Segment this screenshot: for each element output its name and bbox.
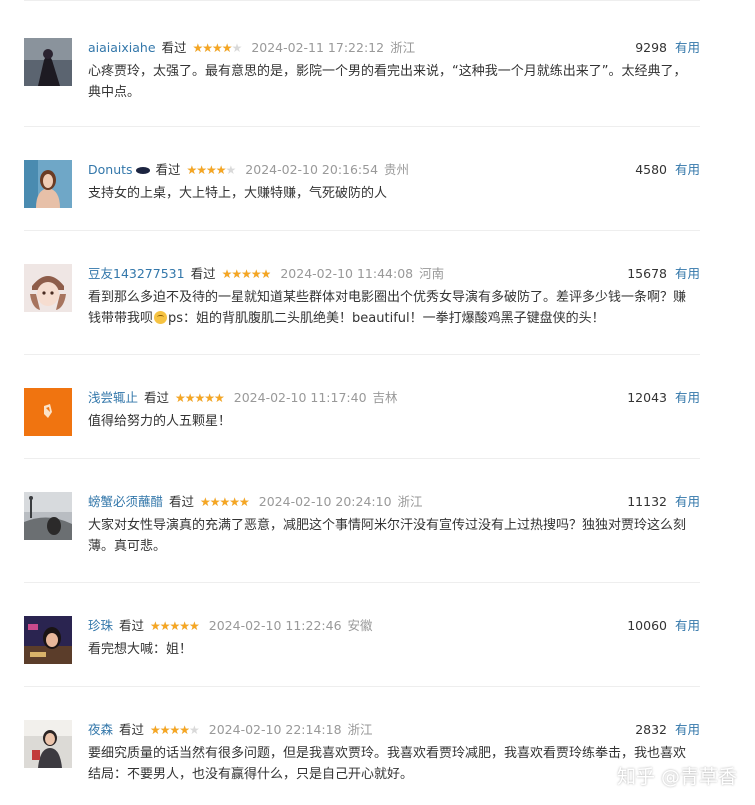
username-link[interactable]: 螃蟹必须蘸醋 <box>88 494 163 509</box>
rating-stars: ★★★★★★★★★★ <box>200 495 250 509</box>
avatar[interactable] <box>24 38 72 86</box>
comment-location: 吉林 <box>372 390 398 405</box>
comment-meta: 螃蟹必须蘸醋 看过 ★★★★★ ★★★★★ 2024-02-10 20:24:10… <box>88 492 700 512</box>
useful-button[interactable]: 有用 <box>675 266 700 281</box>
divider <box>24 686 700 687</box>
comment-text: 心疼贾玲，太强了。最有意思的是，影院一个男的看完出来说，“这种我一个月就练出来了… <box>88 64 687 100</box>
watched-label: 看过 <box>155 162 181 177</box>
rating-stars: ★★★★★★★★★★ <box>192 41 243 55</box>
divider <box>24 126 700 127</box>
comment-location: 浙江 <box>397 494 423 509</box>
comment-text: 要细究质量的话当然有很多问题，但是我喜欢贾玲。我喜欢看贾玲减肥，我喜欢看贾玲练拳… <box>88 746 687 782</box>
rating-stars: ★★★★★★★★★★ <box>150 723 200 737</box>
vote-count: 11132 <box>627 494 667 509</box>
avatar[interactable] <box>24 492 72 540</box>
embarrassed-emoji-icon <box>154 311 168 324</box>
comment-location: 浙江 <box>347 722 373 737</box>
comment-time: 2024-02-10 20:24:10 <box>258 494 392 509</box>
useful-button[interactable]: 有用 <box>675 40 700 55</box>
zhihu-watermark: 知乎 @青草香 <box>616 766 737 788</box>
avatar[interactable] <box>24 616 72 664</box>
comment-meta: 夜森 看过 ★★★★★★★★★★ 2024-02-10 22:14:18 浙江 <box>88 720 700 740</box>
comment-text: 大家对女性导演真的充满了恶意，减肥这个事情阿米尔汗没有宣传过没有上过热搜吗？独独… <box>88 518 687 554</box>
vote-area: 2832 有用 <box>635 720 700 740</box>
comment-meta: 浅尝辄止 看过 ★★★★★ ★★★★★ 2024-02-10 11:17:40 吉… <box>88 388 700 408</box>
vote-area: 9298 有用 <box>635 38 700 58</box>
username-link[interactable]: 珍珠 <box>88 618 113 633</box>
vote-area: 10060 有用 <box>627 616 700 636</box>
comment-meta: 珍珠 看过 ★★★★★ ★★★★★ 2024-02-10 11:22:46 安徽 <box>88 616 700 636</box>
rating-stars: ★★★★★★★★★★ <box>221 267 272 281</box>
divider <box>24 458 700 459</box>
watched-label: 看过 <box>119 722 145 737</box>
watched-label: 看过 <box>161 40 187 55</box>
vote-count: 15678 <box>627 266 667 281</box>
vote-area: 15678 有用 <box>627 264 700 284</box>
divider <box>24 230 700 231</box>
comment-time: 2024-02-10 11:22:46 <box>208 618 342 633</box>
username-link[interactable]: 豆友143277531 <box>88 266 185 281</box>
username-link[interactable]: 夜森 <box>88 722 113 737</box>
comment-location: 浙江 <box>390 40 416 55</box>
watched-label: 看过 <box>144 390 170 405</box>
comment-time: 2024-02-10 20:16:54 <box>245 162 379 177</box>
avatar[interactable] <box>24 264 72 312</box>
comment-time: 2024-02-10 11:17:40 <box>233 390 367 405</box>
comment-text: 支持女的上桌，大上特上，大赚特赚，气死破防的人 <box>88 186 388 201</box>
useful-button[interactable]: 有用 <box>675 390 700 405</box>
comment-time: 2024-02-11 17:22:12 <box>251 40 385 55</box>
comment-time: 2024-02-10 11:44:08 <box>280 266 414 281</box>
comment-meta: Donuts 看过 ★★★★★★★★★★ 2024-02-10 20:16:54… <box>88 160 700 180</box>
vote-count: 2832 <box>635 722 667 737</box>
rating-stars: ★★★★★★★★★★ <box>186 163 237 177</box>
divider <box>24 354 700 355</box>
comment-time: 2024-02-10 22:14:18 <box>208 722 342 737</box>
comment-text-part: ps：姐的背肌腹肌二头肌绝美！beautiful！一拳打爆酸鸡黑子键盘侠的头！ <box>168 311 605 326</box>
comment-text: 值得给努力的人五颗星！ <box>88 414 232 429</box>
comment-text: 看完想大喊：姐！ <box>88 642 193 657</box>
avatar[interactable] <box>24 160 72 208</box>
useful-button[interactable]: 有用 <box>675 162 700 177</box>
username-link[interactable]: aiaiaixiahe <box>88 40 156 55</box>
dark-oval-badge-icon <box>135 167 150 174</box>
watched-label: 看过 <box>119 618 145 633</box>
watched-label: 看过 <box>169 494 195 509</box>
useful-button[interactable]: 有用 <box>675 618 700 633</box>
comment-location: 安徽 <box>347 618 373 633</box>
username-link[interactable]: 浅尝辄止 <box>88 390 138 405</box>
username-link[interactable]: Donuts <box>88 162 133 177</box>
vote-count: 9298 <box>635 40 667 55</box>
watched-label: 看过 <box>190 266 216 281</box>
rating-stars: ★★★★★★★★★★ <box>150 619 200 633</box>
rating-stars: ★★★★★★★★★★ <box>175 391 225 405</box>
vote-area: 12043 有用 <box>627 388 700 408</box>
avatar[interactable] <box>24 720 72 768</box>
vote-count: 10060 <box>627 618 667 633</box>
comment-meta: 豆友143277531 看过 ★★★★★ ★★★★★ 2024-02-10 11:… <box>88 264 700 284</box>
divider <box>24 582 700 583</box>
useful-button[interactable]: 有用 <box>675 494 700 509</box>
comment-text: 看到那么多迫不及待的一星就知道某些群体对电影圈出个优秀女导演有多破防了。差评多少… <box>88 287 698 329</box>
vote-count: 4580 <box>635 162 667 177</box>
vote-count: 12043 <box>627 390 667 405</box>
comment-location: 河南 <box>419 266 445 281</box>
vote-area: 4580 有用 <box>635 160 700 180</box>
comment-meta: aiaiaixiahe 看过 ★★★★★★★★★★ 2024-02-11 17:… <box>88 38 700 58</box>
comment-location: 贵州 <box>384 162 410 177</box>
top-divider <box>24 0 700 1</box>
useful-button[interactable]: 有用 <box>675 722 700 737</box>
vote-area: 11132 有用 <box>627 492 700 512</box>
avatar[interactable] <box>24 388 72 436</box>
